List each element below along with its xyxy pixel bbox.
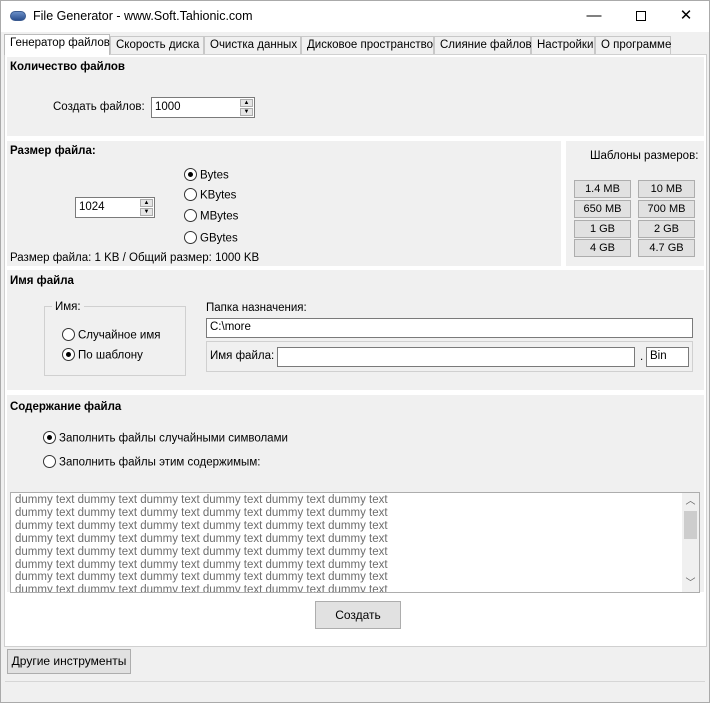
radio-unchecked-icon [43, 455, 56, 468]
file-name-input[interactable] [277, 347, 635, 367]
spin-up-icon[interactable]: ▲ [240, 99, 253, 107]
content-line: dummy text dummy text dummy text dummy t… [15, 571, 388, 584]
tab-disk-speed[interactable]: Скорость диска [110, 36, 204, 54]
app-icon [10, 11, 26, 21]
unit-mbytes-radio[interactable]: MBytes [184, 209, 239, 223]
radio-checked-icon [62, 348, 75, 361]
unit-mbytes-label: MBytes [200, 210, 239, 223]
fill-custom-label: Заполнить файлы этим содержимым: [59, 456, 261, 469]
title-bar[interactable]: File Generator - www.Soft.Tahionic.com —… [1, 1, 709, 32]
file-size-summary: Размер файла: 1 KB / Общий размер: 1000 … [10, 252, 260, 264]
template-name-radio[interactable]: По шаблону [62, 348, 143, 362]
file-size-group: Размер файла: 1024 ▲ ▼ Bytes KBytes MByt… [7, 141, 561, 266]
tab-file-merge[interactable]: Слияние файлов [434, 36, 532, 54]
radio-checked-icon [43, 431, 56, 444]
file-size-title: Размер файла: [10, 145, 96, 157]
unit-bytes-radio[interactable]: Bytes [184, 168, 229, 182]
preset-4-7gb-button[interactable]: 4.7 GB [638, 239, 695, 257]
preset-650mb-button[interactable]: 650 MB [574, 200, 631, 218]
preset-1gb-button[interactable]: 1 GB [574, 220, 631, 238]
create-button[interactable]: Создать [315, 601, 401, 629]
content-line: dummy text dummy text dummy text dummy t… [15, 558, 388, 571]
spin-down-icon[interactable]: ▼ [140, 208, 153, 216]
custom-content-textarea[interactable]: dummy text dummy text dummy text dummy t… [10, 492, 700, 593]
scroll-down-icon[interactable]: ﹀ [682, 575, 699, 592]
unit-bytes-label: Bytes [200, 169, 229, 182]
scroll-thumb[interactable] [684, 511, 697, 539]
custom-content-text: dummy text dummy text dummy text dummy t… [15, 494, 680, 593]
unit-gbytes-label: GBytes [200, 232, 238, 245]
unit-kbytes-radio[interactable]: KBytes [184, 188, 237, 202]
fill-random-radio[interactable]: Заполнить файлы случайными символами [43, 431, 288, 445]
preset-1-4mb-button[interactable]: 1.4 MB [574, 180, 631, 198]
tab-about[interactable]: О программе [595, 36, 671, 54]
close-button[interactable]: ✕ [663, 1, 709, 32]
content-line: dummy text dummy text dummy text dummy t… [15, 584, 388, 593]
content-line: dummy text dummy text dummy text dummy t… [15, 532, 388, 545]
unit-kbytes-label: KBytes [200, 189, 237, 202]
preset-4gb-button[interactable]: 4 GB [574, 239, 631, 257]
other-tools-button[interactable]: Другие инструменты [7, 649, 131, 674]
size-presets-title: Шаблоны размеров: [590, 150, 699, 162]
radio-unchecked-icon [184, 209, 197, 222]
tab-file-generator[interactable]: Генератор файлов [4, 34, 110, 55]
extension-input[interactable]: Bin [646, 347, 689, 367]
destination-input[interactable]: C:\more [206, 318, 693, 338]
content-line: dummy text dummy text dummy text dummy t… [15, 494, 388, 506]
content-line: dummy text dummy text dummy text dummy t… [15, 519, 388, 532]
file-name-label: Имя файла: [210, 350, 275, 362]
random-name-radio[interactable]: Случайное имя [62, 328, 161, 342]
spin-down-icon[interactable]: ▼ [240, 108, 253, 116]
vertical-scrollbar[interactable]: ︿ ﹀ [682, 493, 699, 592]
scroll-up-icon[interactable]: ︿ [682, 493, 699, 510]
content-line: dummy text dummy text dummy text dummy t… [15, 506, 388, 519]
app-window: File Generator - www.Soft.Tahionic.com —… [0, 0, 710, 703]
tab-data-cleanup[interactable]: Очистка данных [204, 36, 301, 54]
destination-label: Папка назначения: [206, 302, 307, 314]
extension-dot: . [640, 351, 644, 363]
fill-random-label: Заполнить файлы случайными символами [59, 432, 288, 445]
fill-custom-radio[interactable]: Заполнить файлы этим содержимым: [43, 455, 261, 469]
spin-up-icon[interactable]: ▲ [140, 199, 153, 207]
radio-checked-icon [184, 168, 197, 181]
preset-700mb-button[interactable]: 700 MB [638, 200, 695, 218]
tab-disk-space[interactable]: Дисковое пространство [301, 36, 434, 54]
radio-unchecked-icon [62, 328, 75, 341]
preset-10mb-button[interactable]: 10 MB [638, 180, 695, 198]
window-title: File Generator - www.Soft.Tahionic.com [33, 9, 253, 23]
tab-content: Количество файлов Создать файлов: 1000 ▲… [4, 54, 707, 647]
file-name-title: Имя файла [10, 275, 74, 287]
random-name-label: Случайное имя [78, 329, 161, 342]
content-line: dummy text dummy text dummy text dummy t… [15, 545, 388, 558]
file-size-value: 1024 [79, 201, 105, 213]
size-presets-group: Шаблоны размеров: 1.4 MB 10 MB 650 MB 70… [566, 141, 704, 266]
name-mode-label: Имя: [52, 301, 84, 313]
maximize-button[interactable] [618, 1, 664, 32]
status-bar [5, 681, 705, 699]
file-count-value: 1000 [155, 101, 181, 113]
radio-unchecked-icon [184, 231, 197, 244]
file-count-spinner[interactable]: 1000 ▲ ▼ [151, 97, 255, 118]
radio-unchecked-icon [184, 188, 197, 201]
file-content-title: Содержание файла [10, 401, 122, 413]
preset-2gb-button[interactable]: 2 GB [638, 220, 695, 238]
tab-settings[interactable]: Настройки [531, 36, 595, 54]
file-size-spinner[interactable]: 1024 ▲ ▼ [75, 197, 155, 218]
maximize-icon [636, 11, 646, 22]
file-count-label: Создать файлов: [53, 101, 145, 113]
file-name-group: Имя файла Имя: Случайное имя По шаблону … [7, 270, 704, 390]
minimize-button[interactable]: — [571, 1, 617, 32]
file-count-group: Количество файлов Создать файлов: 1000 ▲… [7, 57, 704, 136]
file-count-title: Количество файлов [10, 61, 125, 73]
template-name-label: По шаблону [78, 349, 143, 362]
unit-gbytes-radio[interactable]: GBytes [184, 231, 238, 245]
